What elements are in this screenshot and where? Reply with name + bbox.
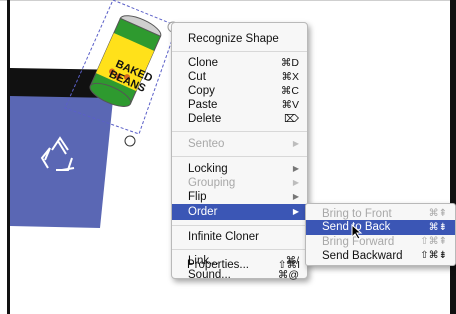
menu-item-shortcut: ⌘X <box>281 71 299 83</box>
menu-item-paste[interactable]: Paste ⌘V <box>172 98 307 112</box>
menu-separator <box>172 51 307 52</box>
submenu-item-send-to-back[interactable]: Send to Back ⌘⇟ <box>306 220 455 235</box>
submenu-item-bring-forward[interactable]: Bring Forward ⇧⌘⇞ <box>306 235 455 249</box>
menu-separator <box>172 156 307 157</box>
submenu-arrow-icon: ▶ <box>292 178 299 187</box>
mouse-pointer-icon <box>351 224 363 240</box>
menu-item-order[interactable]: Order ▶ <box>172 204 307 220</box>
menu-item-label: Flip <box>188 191 207 203</box>
menu-item-label: Copy <box>188 85 215 97</box>
menu-item-label: Recognize Shape <box>188 33 279 45</box>
submenu-arrow-icon: ▶ <box>292 139 299 148</box>
menu-item-label: Clone <box>188 57 219 69</box>
order-submenu: Bring to Front ⌘⇞ Send to Back ⌘⇟ Bring Fo… <box>305 203 456 266</box>
menu-item-locking[interactable]: Locking ▶ <box>172 162 307 176</box>
menu-item-recognize-shape[interactable]: Recognize Shape <box>172 32 307 46</box>
submenu-arrow-icon: ▶ <box>292 164 299 173</box>
menu-item-label: Locking <box>188 163 228 175</box>
menu-separator <box>172 131 307 132</box>
menu-item-label: Paste <box>188 99 218 111</box>
submenu-item-shortcut: ⌘⇞ <box>428 208 447 219</box>
menu-item-label: Grouping <box>188 177 236 189</box>
menu-item-label: Delete <box>188 113 222 125</box>
menu-item-shortcut: ⌘V <box>281 99 299 111</box>
submenu-item-shortcut: ⌘⇟ <box>428 222 447 233</box>
menu-item-flip[interactable]: Flip ▶ <box>172 190 307 204</box>
menu-item-senteo[interactable]: Senteo ▶ <box>172 137 307 151</box>
menu-separator <box>172 225 307 226</box>
menu-item-shortcut: ⌦ <box>284 113 299 125</box>
menu-item-label: Cut <box>188 71 206 83</box>
menu-item-label: Order <box>188 206 218 218</box>
menu-item-grouping[interactable]: Grouping ▶ <box>172 176 307 190</box>
menu-item-properties[interactable]: Properties... ⇧⌘I <box>171 258 308 272</box>
menu-separator <box>172 249 307 250</box>
menu-item-label: Properties... <box>187 259 249 271</box>
menu-item-shortcut: ⌘D <box>280 57 299 69</box>
menu-item-shortcut: ⌘C <box>280 85 299 97</box>
baked-beans-can-image[interactable]: BAKED BEANS <box>55 0 185 160</box>
menu-item-cut[interactable]: Cut ⌘X <box>172 70 307 84</box>
submenu-item-label: Bring to Front <box>322 208 392 220</box>
menu-item-shortcut: ⇧⌘I <box>277 259 300 271</box>
submenu-item-shortcut: ⇧⌘⇞ <box>420 236 447 247</box>
menu-item-clone[interactable]: Clone ⌘D <box>172 56 307 70</box>
context-menu: Recognize Shape Clone ⌘D Cut ⌘X Copy ⌘C Pas… <box>171 22 308 281</box>
menu-item-infinite-cloner[interactable]: Infinite Cloner <box>172 230 307 244</box>
submenu-item-label: Send Backward <box>322 250 403 262</box>
canvas-frame-right <box>450 0 456 314</box>
menu-item-label: Senteo <box>188 138 225 150</box>
menu-item-delete[interactable]: Delete ⌦ <box>172 112 307 126</box>
menu-item-copy[interactable]: Copy ⌘C <box>172 84 307 98</box>
submenu-arrow-icon: ▶ <box>292 192 299 201</box>
submenu-arrow-icon: ▶ <box>292 207 299 216</box>
menu-item-label: Infinite Cloner <box>188 231 259 243</box>
submenu-item-shortcut: ⇧⌘⇟ <box>420 250 447 261</box>
rotation-handle[interactable] <box>124 135 136 147</box>
submenu-item-send-backward[interactable]: Send Backward ⇧⌘⇟ <box>306 249 455 263</box>
submenu-item-bring-to-front[interactable]: Bring to Front ⌘⇞ <box>306 207 455 221</box>
